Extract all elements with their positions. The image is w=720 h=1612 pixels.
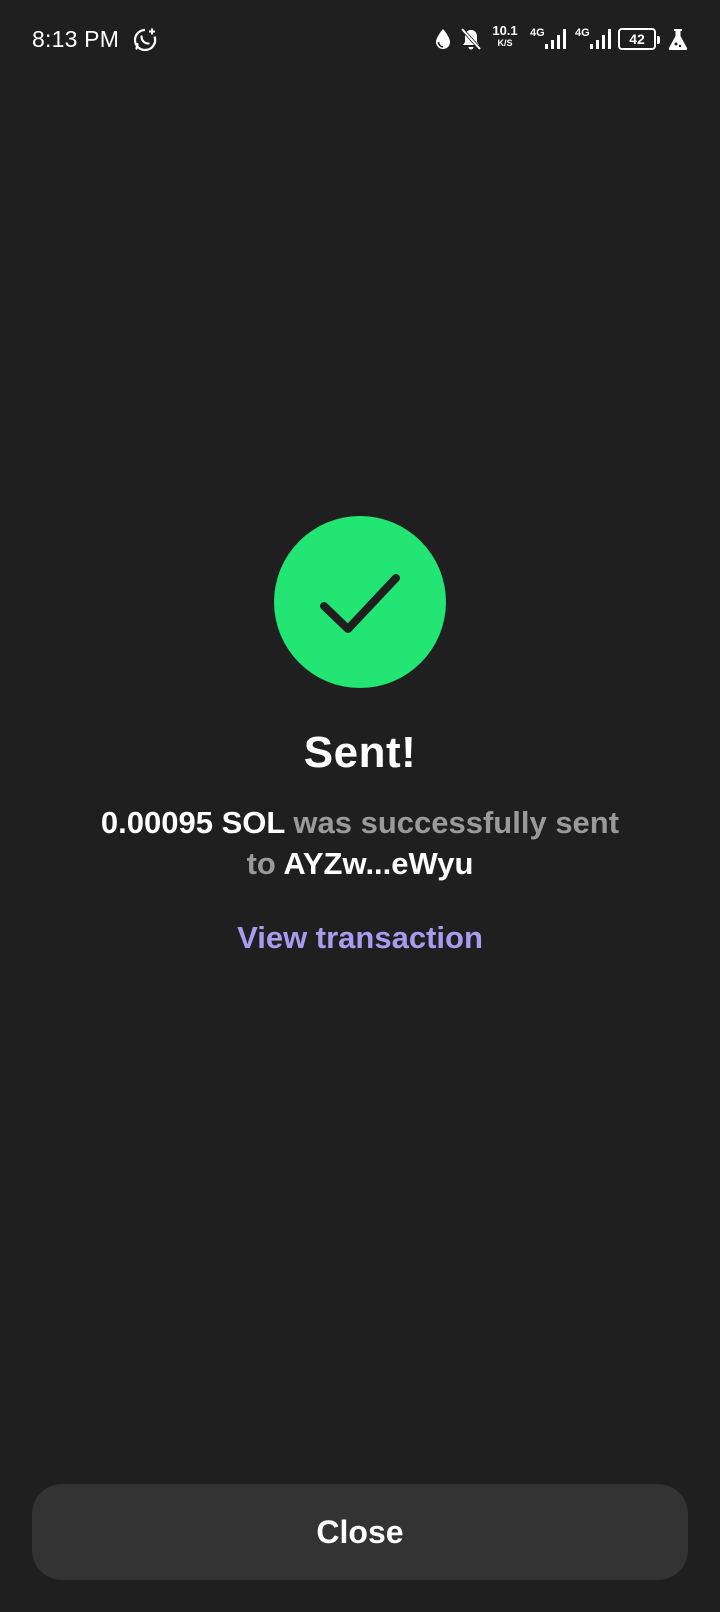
flask-icon <box>668 27 688 56</box>
close-button[interactable]: Close <box>32 1484 688 1580</box>
status-bar: 8:13 PM 10.1 K/S 4G 4G 42 <box>0 0 720 80</box>
whatsapp-icon <box>132 27 158 53</box>
sent-amount: 0.00095 SOL <box>100 805 285 840</box>
checkmark-icon <box>320 574 400 633</box>
view-transaction-link[interactable]: View transaction <box>0 920 720 956</box>
net-speed-value: 10.1 <box>492 23 518 38</box>
sim2-network-label: 4G <box>575 27 590 39</box>
water-drop-icon <box>434 28 452 55</box>
recipient-address: AYZw...eWyu <box>283 846 474 881</box>
signal-icon <box>589 28 613 55</box>
net-speed-indicator: 10.1 K/S <box>490 23 520 49</box>
success-badge <box>274 516 446 688</box>
success-message: 0.00095 SOL was successfully sent to AYZ… <box>100 802 620 884</box>
battery-icon: 42 <box>618 28 660 50</box>
net-speed-unit: K/S <box>497 38 513 48</box>
success-title: Sent! <box>303 728 417 777</box>
sim1-network-label: 4G <box>530 27 545 39</box>
bell-muted-icon <box>460 27 482 56</box>
status-time: 8:13 PM <box>32 26 120 52</box>
signal-icon <box>544 28 568 55</box>
